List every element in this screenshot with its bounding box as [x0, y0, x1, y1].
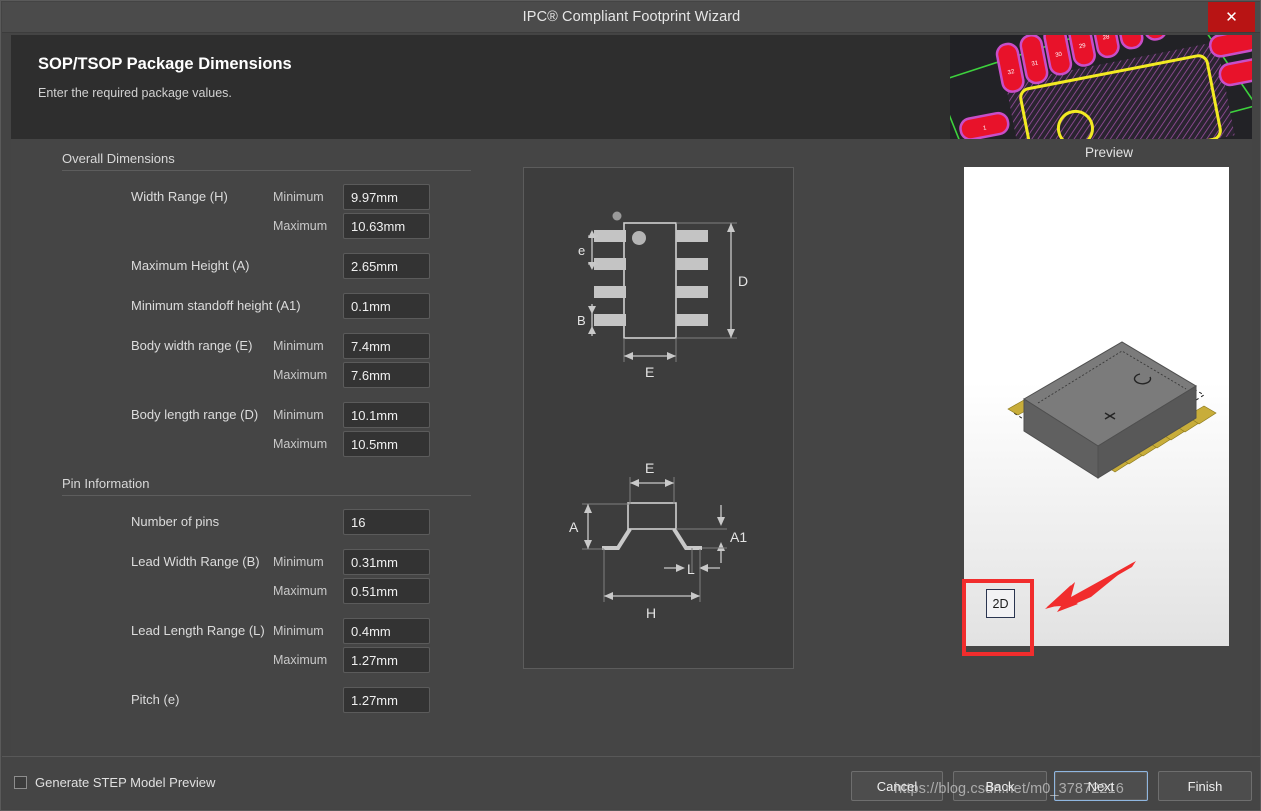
field-label: Body width range (E)	[131, 338, 253, 353]
minimum-standoff-height-input[interactable]	[343, 293, 430, 319]
body-width-range-min-input[interactable]	[343, 333, 430, 359]
field-label: Number of pins	[131, 514, 220, 529]
field-body-width-range-minimum: Body width range (E) Minimum	[51, 333, 471, 362]
view-mode-2d-button[interactable]: 2D	[986, 589, 1015, 618]
field-label: Lead Length Range (L)	[131, 623, 265, 638]
field-lead-width-range-minimum: Lead Width Range (B) Minimum	[51, 549, 471, 578]
section-header-pin-information: Pin Information	[51, 474, 471, 498]
field-body-length-range-maximum: Maximum	[51, 431, 471, 460]
field-pitch: Pitch (e)	[51, 687, 471, 716]
field-maximum-height: Maximum Height (A)	[51, 253, 471, 282]
svg-text:B: B	[577, 313, 586, 328]
checkbox-box-icon[interactable]	[14, 776, 27, 789]
cancel-button[interactable]: Cancel	[851, 771, 943, 801]
checkbox-label: Generate STEP Model Preview	[35, 775, 216, 790]
field-lead-length-range-minimum: Lead Length Range (L) Minimum	[51, 618, 471, 647]
pitch-input[interactable]	[343, 687, 430, 713]
svg-text:A: A	[569, 519, 579, 535]
width-range-min-input[interactable]	[343, 184, 430, 210]
field-number-of-pins: Number of pins	[51, 509, 471, 538]
svg-text:e: e	[578, 243, 585, 258]
back-button[interactable]: Back	[953, 771, 1047, 801]
wizard-header: SOP/TSOP Package Dimensions Enter the re…	[11, 35, 1252, 139]
field-lead-length-range-maximum: Maximum	[51, 647, 471, 676]
field-lead-width-range-maximum: Maximum	[51, 578, 471, 607]
top-view-diagram: e B D E	[577, 211, 748, 380]
dimensions-form: Overall Dimensions Width Range (H) Minim…	[51, 145, 471, 716]
title-bar: IPC® Compliant Footprint Wizard ✕	[2, 2, 1260, 33]
field-body-length-range-minimum: Body length range (D) Minimum	[51, 402, 471, 431]
field-label: Lead Width Range (B)	[131, 554, 260, 569]
maximum-height-input[interactable]	[343, 253, 430, 279]
page-title: SOP/TSOP Package Dimensions	[38, 55, 292, 73]
window-title: IPC® Compliant Footprint Wizard	[522, 9, 741, 25]
wizard-footer: Generate STEP Model Preview Cancel Back …	[2, 756, 1260, 809]
field-label: Pitch (e)	[131, 692, 180, 707]
lead-width-range-max-input[interactable]	[343, 578, 430, 604]
generate-step-model-preview-checkbox[interactable]: Generate STEP Model Preview	[14, 775, 215, 790]
svg-text:D: D	[738, 273, 748, 289]
width-range-max-input[interactable]	[343, 213, 430, 239]
page-subtitle: Enter the required package values.	[38, 86, 232, 100]
package-3d-model	[1007, 341, 1217, 479]
section-header-overall-dimensions: Overall Dimensions	[51, 149, 471, 173]
preview-3d-viewport[interactable]: 2D	[964, 167, 1229, 646]
section-divider	[62, 170, 471, 171]
svg-text:E: E	[645, 460, 654, 476]
svg-text:H: H	[646, 605, 656, 621]
field-label: Minimum standoff height (A1)	[131, 298, 301, 313]
field-label: Width Range (H)	[131, 189, 228, 204]
body-length-range-max-input[interactable]	[343, 431, 430, 457]
finish-button[interactable]: Finish	[1158, 771, 1252, 801]
field-label: Maximum Height (A)	[131, 258, 250, 273]
lead-length-range-max-input[interactable]	[343, 647, 430, 673]
header-footprint-artwork: 32 31 30 29 28 27 26 25 1	[950, 35, 1252, 139]
package-dimension-diagram-panel: e B D E E A A1 L H	[523, 167, 794, 669]
wizard-body: Overall Dimensions Width Range (H) Minim…	[11, 139, 1252, 757]
svg-text:A1: A1	[730, 529, 747, 545]
field-width-range-maximum: Maximum	[51, 213, 471, 242]
svg-text:E: E	[645, 364, 654, 380]
lead-width-range-min-input[interactable]	[343, 549, 430, 575]
next-button[interactable]: Next	[1054, 771, 1148, 801]
close-icon[interactable]: ✕	[1208, 2, 1255, 32]
section-divider	[62, 495, 471, 496]
field-minimum-standoff-height: Minimum standoff height (A1)	[51, 293, 471, 322]
body-width-range-max-input[interactable]	[343, 362, 430, 388]
field-body-width-range-maximum: Maximum	[51, 362, 471, 391]
section-title: Pin Information	[62, 476, 156, 491]
svg-text:L: L	[687, 561, 695, 577]
body-length-range-min-input[interactable]	[343, 402, 430, 428]
section-title: Overall Dimensions	[62, 151, 181, 166]
field-label: Body length range (D)	[131, 407, 259, 422]
ipc-footprint-wizard-window: IPC® Compliant Footprint Wizard ✕ SOP/TS…	[0, 0, 1261, 811]
side-view-diagram: E A A1 L H	[569, 460, 747, 621]
preview-label: Preview	[1084, 145, 1133, 160]
number-of-pins-input[interactable]	[343, 509, 430, 535]
field-width-range-minimum: Width Range (H) Minimum	[51, 184, 471, 213]
lead-length-range-min-input[interactable]	[343, 618, 430, 644]
